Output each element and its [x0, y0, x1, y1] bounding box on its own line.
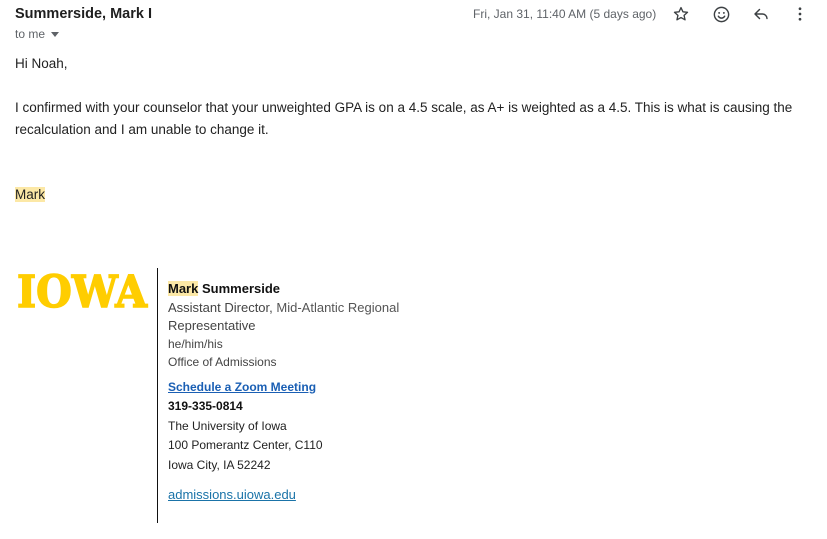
signature-title: Assistant Director, Mid-Atlantic Regiona… — [168, 300, 399, 315]
signature-last-name: Summerside — [201, 281, 281, 296]
logo-wordmark: IOWA — [17, 268, 148, 310]
star-button[interactable] — [670, 3, 692, 25]
more-options-button[interactable] — [789, 3, 811, 25]
greeting: Hi Noah, — [15, 56, 68, 71]
reply-icon — [754, 8, 768, 20]
title-part-2: Mid-Atlantic Regional — [276, 300, 400, 315]
zoom-meeting-link[interactable]: Schedule a Zoom Meeting — [168, 380, 316, 394]
signature-title-line-2: Representative — [168, 318, 256, 333]
emoji-reaction-button[interactable] — [710, 3, 732, 25]
signature-university: The University of Iowa — [168, 419, 287, 433]
recipient-dropdown[interactable]: to me — [15, 27, 60, 41]
signature-address-2: Iowa City, IA 52242 — [168, 458, 271, 472]
reply-button[interactable] — [750, 3, 772, 25]
star-icon — [673, 6, 689, 21]
chevron-down-icon — [51, 32, 60, 37]
signoff-name: Mark — [15, 187, 45, 202]
emoji-icon — [713, 6, 729, 22]
signature-pronouns: he/him/his — [168, 337, 223, 351]
signature-first-name: Mark — [168, 281, 199, 296]
iowa-logo: IOWA — [15, 266, 149, 319]
signature-address-1: 100 Pomerantz Center, C110 — [168, 438, 323, 452]
signature-office: Office of Admissions — [168, 355, 277, 369]
body-line-2: recalculation and I am unable to change … — [15, 122, 269, 137]
recipient-label: to me — [15, 27, 46, 41]
email-timestamp: Fri, Jan 31, 11:40 AM (5 days ago) — [473, 7, 657, 21]
more-vert-icon — [798, 7, 802, 21]
signature-name: Mark Summerside — [168, 281, 280, 296]
body-line-1: I confirmed with your counselor that you… — [15, 100, 793, 115]
signature-phone: 319-335-0814 — [168, 399, 243, 413]
signature-divider — [157, 268, 158, 523]
sender-name[interactable]: Summerside, Mark I — [15, 6, 152, 22]
website-link[interactable]: admissions.uiowa.edu — [168, 487, 296, 502]
title-part-1: Assistant Director, — [168, 300, 273, 315]
